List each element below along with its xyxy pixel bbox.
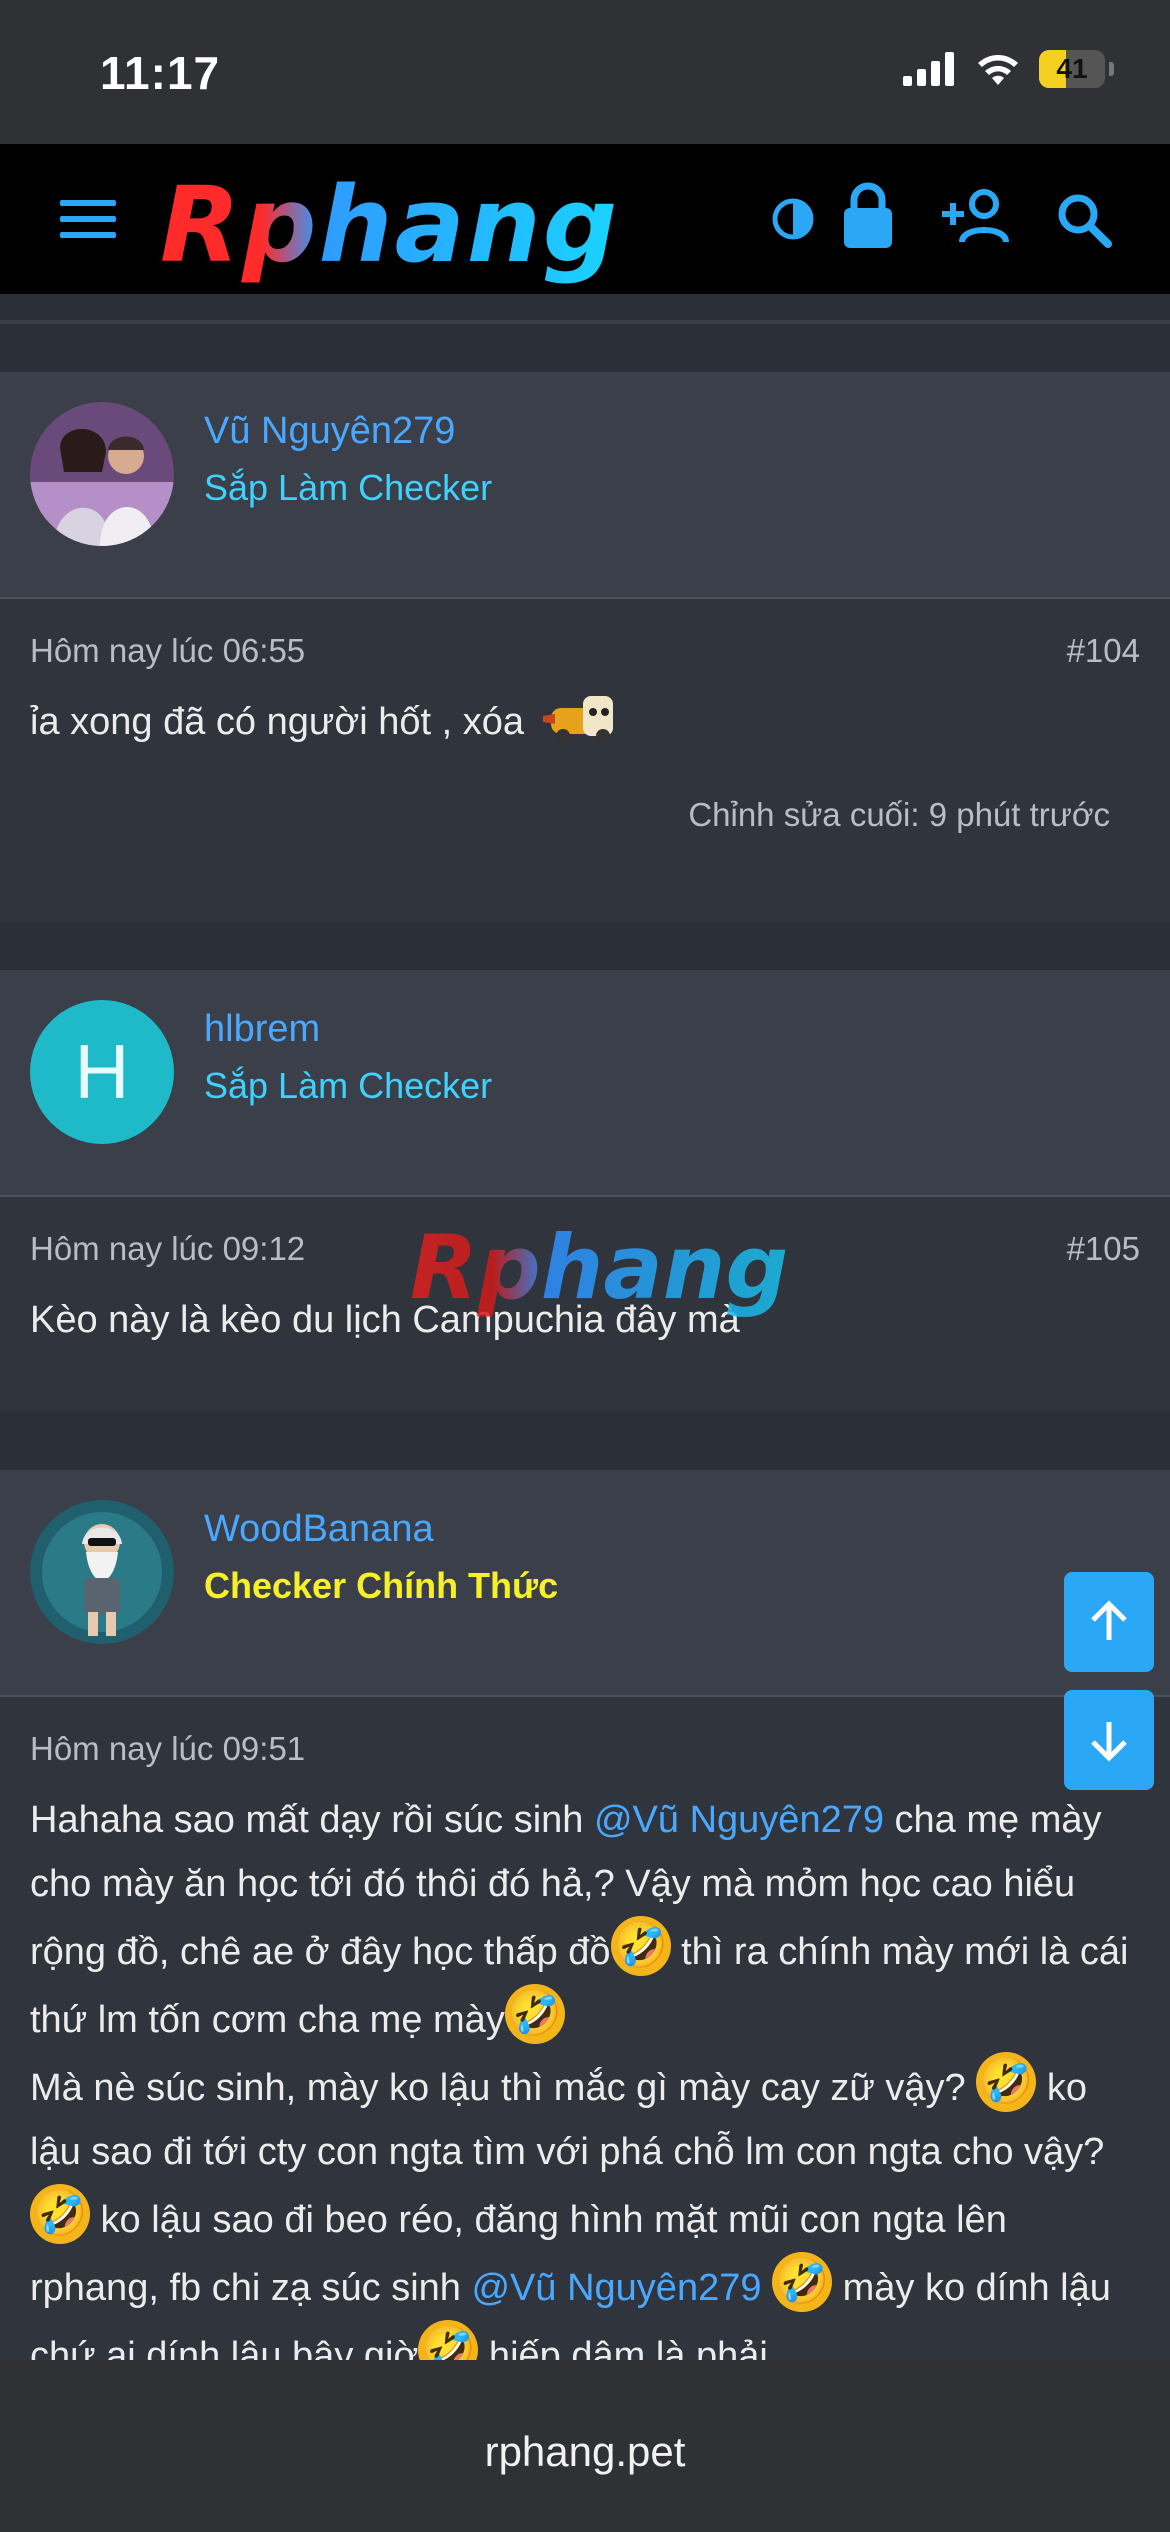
arrow-up-icon [1091, 1600, 1127, 1640]
top-navbar: Rphang [0, 144, 1170, 294]
post-104: Vũ Nguyên279 Sắp Làm Checker Hôm nay lúc… [0, 372, 1170, 922]
thread-divider [0, 320, 1170, 324]
post-user-header: WoodBanana Checker Chính Thức [0, 1470, 1170, 1697]
site-logo[interactable]: Rphang [160, 164, 619, 286]
rofl-emoji [976, 2052, 1037, 2112]
menu-icon[interactable] [58, 196, 120, 242]
add-user-icon[interactable] [940, 188, 1012, 244]
battery-icon: 41 [1039, 50, 1105, 88]
signal-icon [903, 52, 954, 86]
arrow-down-icon [1091, 1722, 1127, 1762]
scroll-up-button[interactable] [1064, 1572, 1154, 1672]
page-url[interactable]: rphang.pet [0, 2428, 1170, 2476]
post-text: ỉa xong đã có người hốt , xóa [30, 701, 524, 743]
status-bar: 11:17 41 [0, 0, 1170, 144]
username[interactable]: Vũ Nguyên279 [204, 410, 455, 453]
post-date[interactable]: Hôm nay lúc 06:55 [30, 632, 305, 670]
user-title: Checker Chính Thức [204, 1565, 559, 1606]
battery-level: 41 [1056, 53, 1088, 84]
site-watermark: Rphang [410, 1216, 789, 1319]
battery-tip [1109, 62, 1114, 76]
post-user-header: H hlbrem Sắp Làm Checker [0, 970, 1170, 1197]
post-body: ỉa xong đã có người hốt , xóa [30, 690, 1140, 754]
post-date[interactable]: Hôm nay lúc 09:51 [30, 1730, 305, 1768]
post-body: Hahaha sao mất dạy rồi súc sinh @Vũ Nguy… [30, 1788, 1140, 2360]
post-text: hiếp dâm là phải [478, 2335, 768, 2360]
post-text: Hahaha sao mất dạy rồi súc sinh [30, 1799, 594, 1841]
user-title: Sắp Làm Checker [204, 1065, 493, 1106]
status-icons: 41 [903, 50, 1114, 88]
user-mention[interactable]: @Vũ Nguyên279 [471, 2267, 761, 2309]
browser-address-bar[interactable]: rphang.pet [0, 2360, 1170, 2532]
post-number[interactable]: #104 [1067, 632, 1140, 670]
rofl-emoji [418, 2320, 479, 2360]
user-avatar[interactable] [30, 1500, 174, 1644]
skull-car-emoji [542, 696, 613, 743]
avatar-letter: H [74, 1029, 130, 1115]
post-user-header: Vũ Nguyên279 Sắp Làm Checker [0, 372, 1170, 599]
post-date[interactable]: Hôm nay lúc 09:12 [30, 1230, 305, 1268]
status-time: 11:17 [100, 47, 221, 99]
post-edited-note[interactable]: Chỉnh sửa cuối: 9 phút trước [688, 796, 1110, 834]
post-105: H hlbrem Sắp Làm Checker Hôm nay lúc 09:… [0, 970, 1170, 1412]
user-avatar[interactable]: H [30, 1000, 174, 1144]
username[interactable]: WoodBanana [204, 1508, 434, 1551]
contrast-icon[interactable] [770, 196, 816, 242]
rofl-emoji [30, 2184, 90, 2244]
lock-icon[interactable] [840, 180, 896, 250]
user-title: Sắp Làm Checker [204, 467, 493, 508]
username[interactable]: hlbrem [204, 1008, 320, 1051]
rofl-emoji [504, 1984, 565, 2044]
post-106: WoodBanana Checker Chính Thức Hôm nay lú… [0, 1470, 1170, 2360]
wifi-icon [978, 55, 1018, 85]
rofl-emoji [610, 1916, 671, 1976]
scroll-down-button[interactable] [1064, 1690, 1154, 1790]
user-avatar[interactable] [30, 402, 174, 546]
post-number[interactable]: #105 [1067, 1230, 1140, 1268]
rofl-emoji [772, 2252, 833, 2312]
user-mention[interactable]: @Vũ Nguyên279 [594, 1799, 884, 1841]
post-text: Mà nè súc sinh, mày ko lậu thì mắc gì mà… [30, 2067, 977, 2109]
search-icon[interactable] [1054, 190, 1114, 250]
thread-content: Vũ Nguyên279 Sắp Làm Checker Hôm nay lúc… [0, 294, 1170, 2360]
